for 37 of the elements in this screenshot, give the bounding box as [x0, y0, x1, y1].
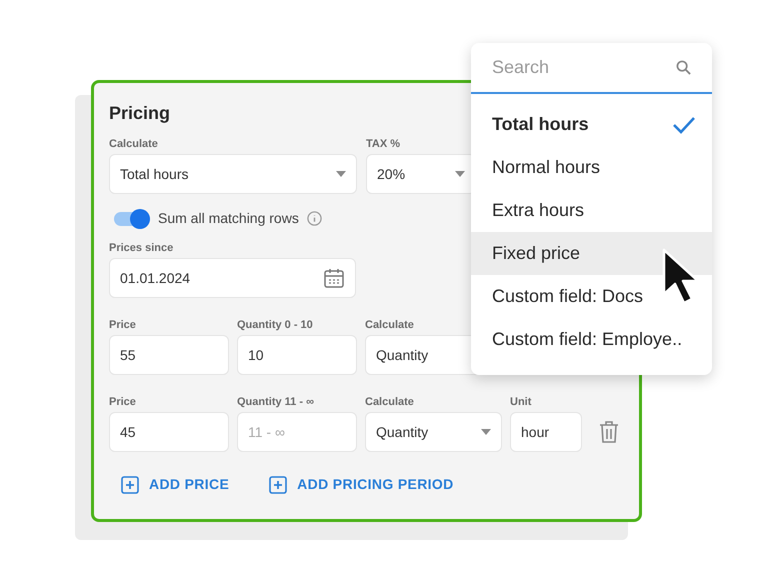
info-icon	[306, 211, 322, 226]
check-icon	[672, 116, 696, 134]
field-label: Calculate	[109, 137, 158, 151]
select-field[interactable]: Quantity	[365, 412, 502, 452]
select-field[interactable]: Total hours	[109, 154, 357, 194]
add-button[interactable]: ADD PRICE	[121, 474, 230, 495]
caret-icon	[455, 171, 465, 177]
toggle-label: Sum all matching rows	[158, 209, 299, 228]
unit-field[interactable]: hour	[510, 412, 582, 452]
price-field[interactable]: 45	[109, 412, 229, 452]
dropdown-option[interactable]: Custom field: Docs	[471, 275, 712, 318]
plus-square-icon	[121, 476, 139, 494]
range-field[interactable]: 10	[237, 335, 357, 375]
field-label: Quantity 11 - ∞	[237, 395, 314, 409]
toggle-switch[interactable]	[114, 208, 150, 228]
field-label: Unit	[510, 395, 532, 409]
dropdown-option[interactable]: Fixed price	[471, 232, 712, 275]
field-label: Prices since	[109, 241, 174, 255]
field-label: Quantity 0 - 10	[237, 318, 313, 332]
search-icon	[676, 60, 691, 75]
range-field[interactable]: 11 - ∞	[237, 412, 357, 452]
dropdown-option[interactable]: Total hours	[471, 103, 712, 146]
search-field[interactable]: Search	[492, 54, 642, 81]
delete-icon[interactable]	[599, 420, 619, 444]
caret-icon	[336, 171, 346, 177]
caret-icon	[481, 429, 491, 435]
field-label: Price	[109, 318, 136, 332]
plus-square-icon	[269, 476, 288, 494]
field-label: TAX %	[366, 137, 400, 151]
add-button[interactable]: ADD PRICING PERIOD	[269, 474, 454, 495]
calendar-icon	[323, 267, 345, 289]
field-label: Price	[109, 395, 136, 409]
price-field[interactable]: 55	[109, 335, 229, 375]
field-label: Calculate	[365, 318, 414, 332]
date-field[interactable]: 01.01.2024	[109, 258, 356, 298]
field-label: Calculate	[365, 395, 414, 409]
card-title: Pricing	[109, 102, 170, 125]
